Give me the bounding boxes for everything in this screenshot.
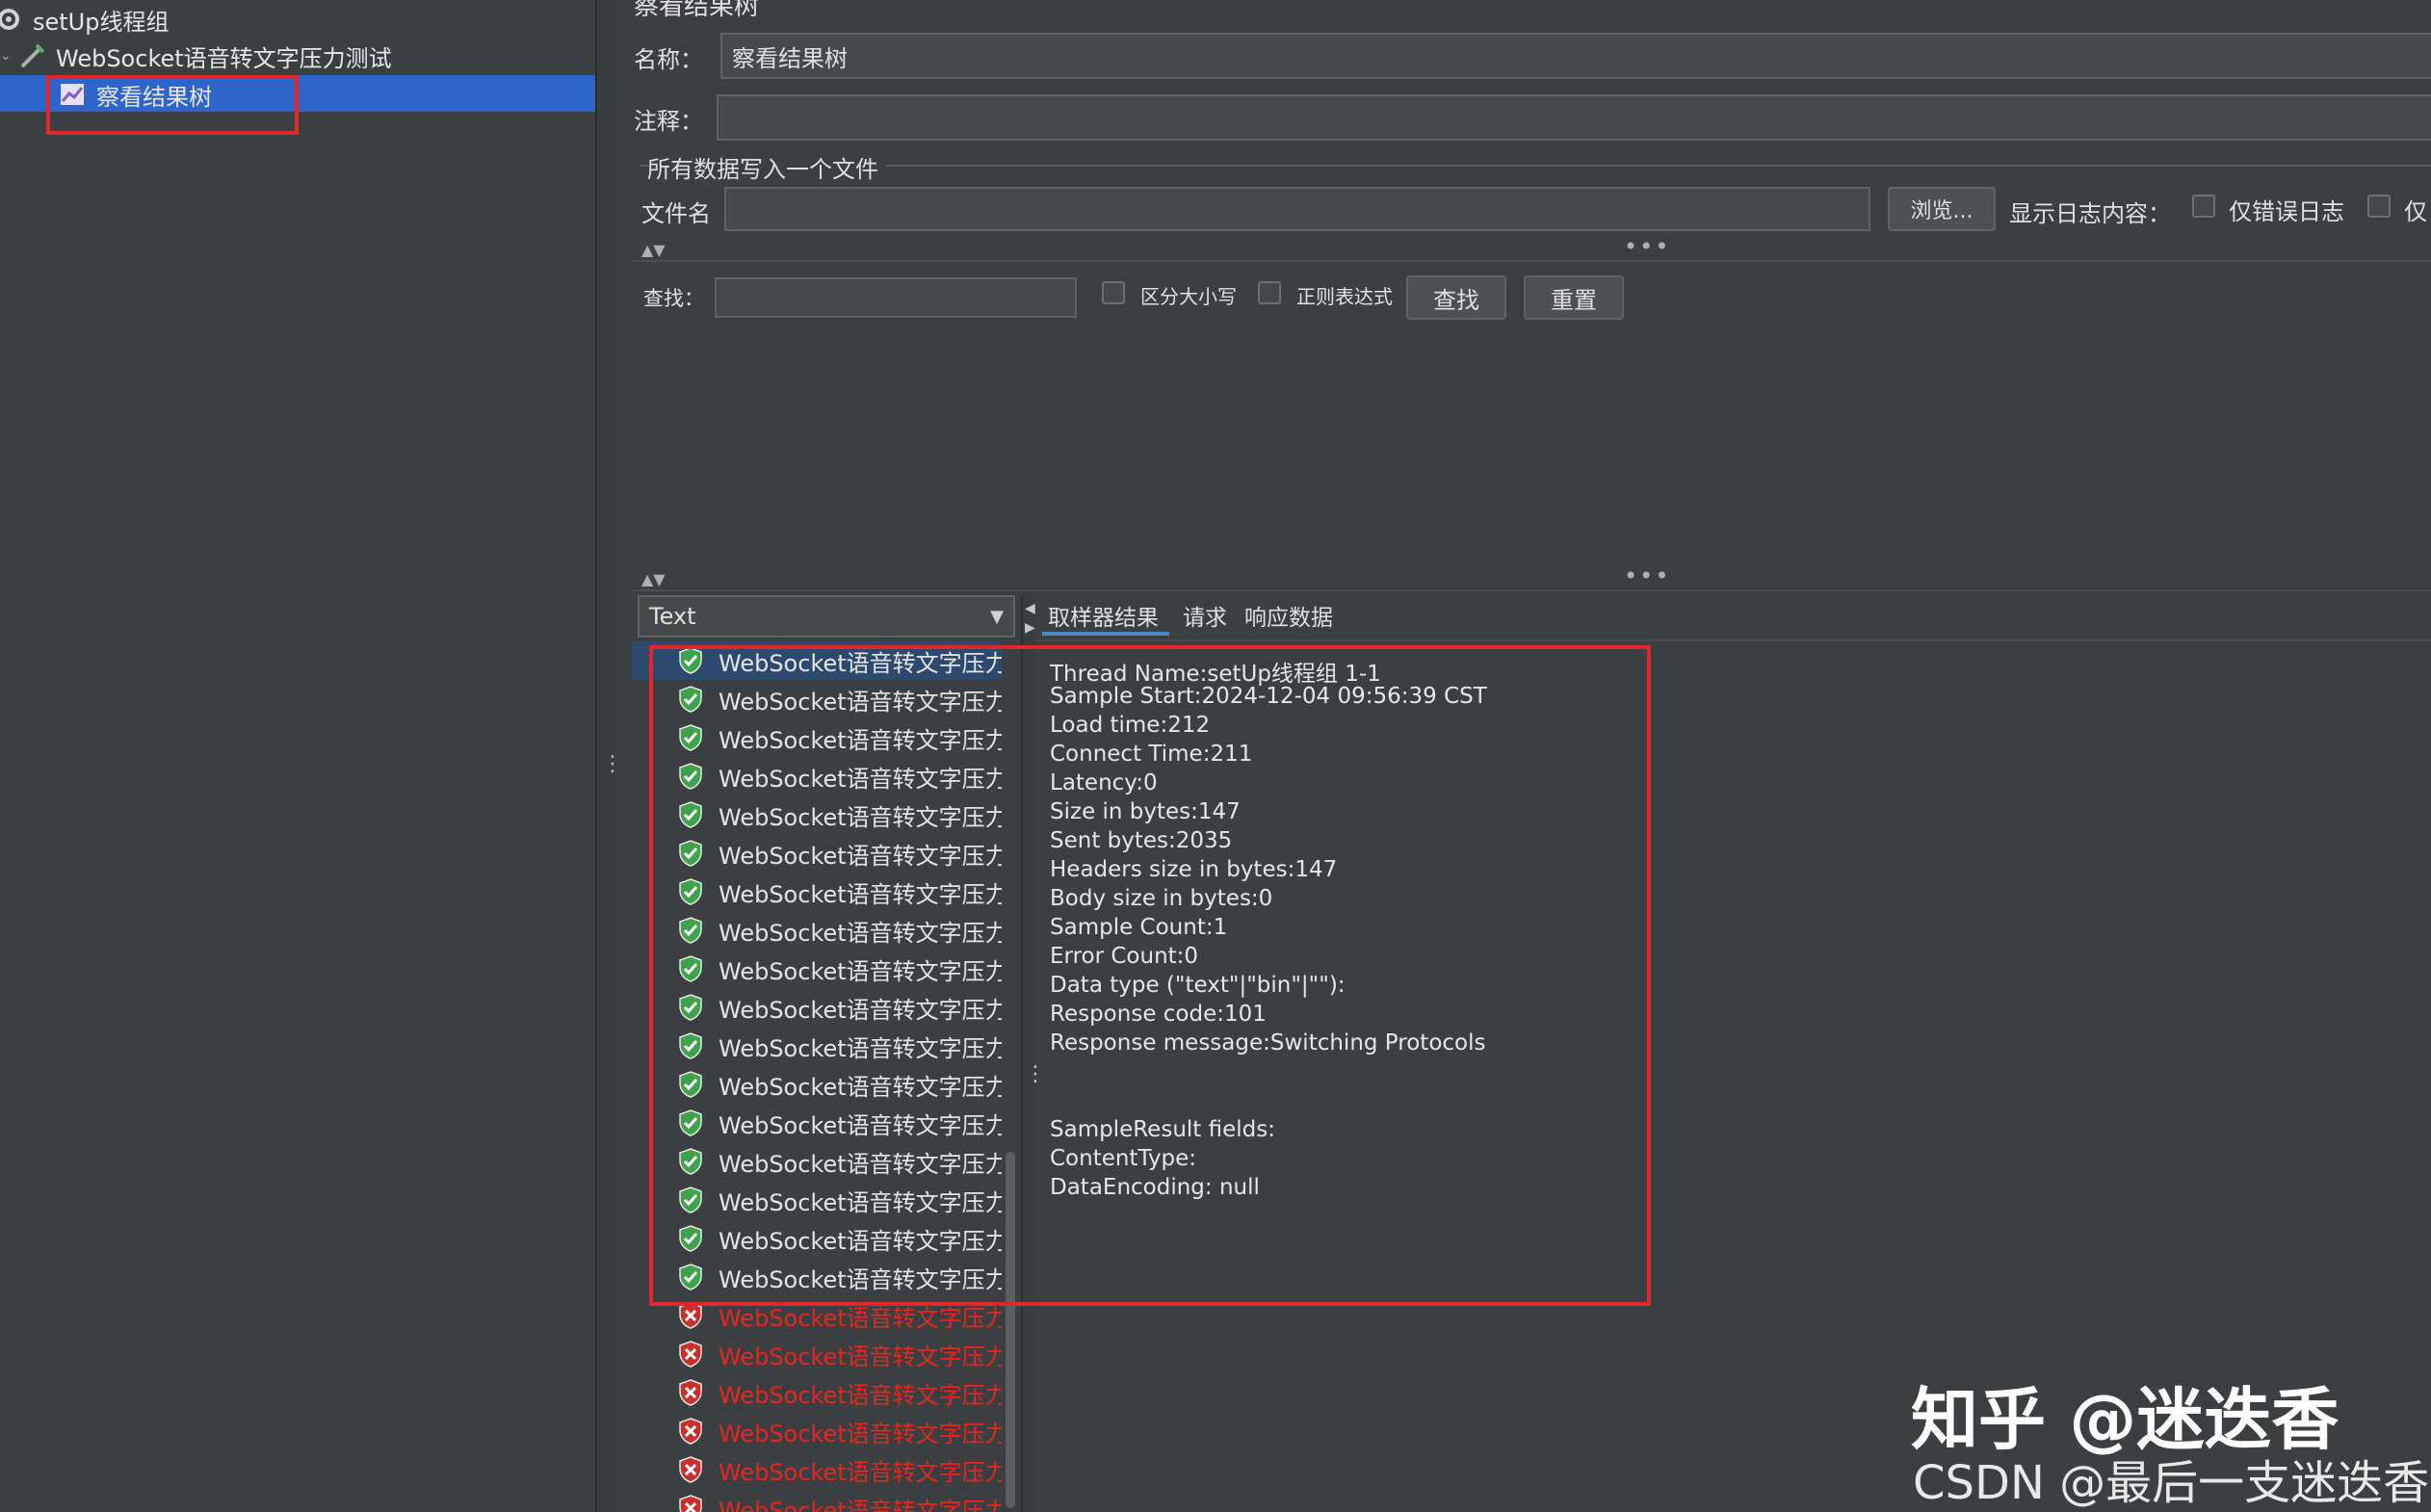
renderer-select[interactable]: Text ▼: [638, 595, 1015, 638]
list-item[interactable]: WebSocket语音转文字压力: [632, 1450, 1002, 1489]
list-item[interactable]: WebSocket语音转文字压力: [632, 1489, 1002, 1512]
find-button[interactable]: 查找: [1406, 275, 1506, 320]
tab-sampler-result[interactable]: 取样器结果: [1048, 599, 1159, 632]
file-section-label: 所有数据写入一个文件: [647, 156, 878, 183]
filename-label: 文件名: [641, 200, 711, 227]
list-item[interactable]: WebSocket语音转文字压力: [632, 1412, 1002, 1450]
fieldset-border: [886, 165, 2431, 167]
browse-button[interactable]: 浏览...: [1888, 187, 1996, 231]
tree-item-label: WebSocket语音转文字压力测试: [56, 44, 392, 72]
tab-response-data[interactable]: 响应数据: [1244, 599, 1333, 632]
splitter-arrows-icon[interactable]: ▲▼: [641, 241, 666, 259]
list-item-label: WebSocket语音转文字压力: [719, 1497, 1002, 1512]
log-content-label: 显示日志内容：: [2009, 200, 2171, 227]
error-shield-icon: [679, 1495, 702, 1512]
tree-item-label: setUp线程组: [33, 8, 170, 36]
test-plan-tree: setUp线程组 ⌄ WebSocket语音转文字压力测试 察看结果树: [0, 0, 595, 1512]
list-item-label: WebSocket语音转文字压力: [719, 1381, 1002, 1409]
list-item-label: WebSocket语音转文字压力: [719, 1343, 1002, 1370]
case-sensitive-checkbox[interactable]: [1102, 281, 1125, 304]
list-item-label: WebSocket语音转文字压力: [719, 1420, 1002, 1447]
tab-strip-border: [1036, 639, 2431, 641]
active-tab-indicator: [1042, 632, 1169, 636]
regex-checkbox[interactable]: [1258, 281, 1281, 304]
name-label: 名称：: [634, 46, 703, 73]
splitter-bar[interactable]: [632, 589, 2431, 591]
comment-field[interactable]: [717, 94, 2431, 141]
splitter-grip-icon[interactable]: •••: [1624, 233, 1670, 260]
error-shield-icon: [679, 1456, 702, 1483]
chevron-down-icon: ▼: [990, 606, 1004, 627]
panel-title: 察看结果树: [634, 0, 760, 21]
error-shield-icon: [679, 1341, 702, 1368]
reset-button[interactable]: 重置: [1524, 275, 1624, 320]
list-item-label: WebSocket语音转文字压力: [719, 1458, 1002, 1486]
error-shield-icon: [679, 1418, 702, 1445]
tab-request[interactable]: 请求: [1183, 599, 1227, 632]
name-field[interactable]: 察看结果树: [720, 33, 2431, 79]
highlight-box-tree-item: [46, 75, 299, 135]
splitter-grip-icon[interactable]: •••: [1624, 562, 1670, 589]
search-input[interactable]: [715, 277, 1077, 318]
filename-field[interactable]: [724, 187, 1870, 231]
errors-only-label: 仅错误日志: [2229, 198, 2344, 225]
splitter-bar[interactable]: [632, 260, 2431, 262]
tree-item-websocket-test[interactable]: ⌄ WebSocket语音转文字压力测试: [0, 37, 392, 75]
search-label: 查找：: [643, 287, 704, 310]
list-item[interactable]: WebSocket语音转文字压力: [632, 1373, 1002, 1412]
success-only-checkbox[interactable]: [2367, 195, 2391, 218]
pipette-icon: [20, 43, 45, 68]
list-item[interactable]: WebSocket语音转文字压力: [632, 1335, 1002, 1373]
collapse-arrows-icon[interactable]: ◀ ▶: [1025, 599, 1035, 638]
watermark-csdn: CSDN @最后一支迷迭香: [1913, 1456, 2430, 1510]
success-only-label: 仅: [2404, 198, 2427, 225]
comment-label: 注释：: [634, 108, 703, 135]
split-pane-divider[interactable]: ⋮: [595, 0, 623, 1512]
gear-icon: [0, 9, 19, 30]
renderer-select-value: Text: [649, 603, 696, 630]
regex-label: 正则表达式: [1296, 285, 1393, 308]
splitter-arrows-icon[interactable]: ▲▼: [641, 570, 666, 588]
errors-only-checkbox[interactable]: [2192, 195, 2215, 218]
error-shield-icon: [679, 1379, 702, 1406]
tree-item-setup-thread-group[interactable]: setUp线程组: [0, 0, 169, 39]
collapse-toggle-icon[interactable]: ⌄: [0, 48, 17, 64]
drag-handle-icon[interactable]: ⋮: [602, 754, 623, 775]
highlight-box-results: [649, 645, 1651, 1306]
name-field-value: 察看结果树: [732, 44, 848, 72]
case-sensitive-label: 区分大小写: [1140, 285, 1237, 308]
